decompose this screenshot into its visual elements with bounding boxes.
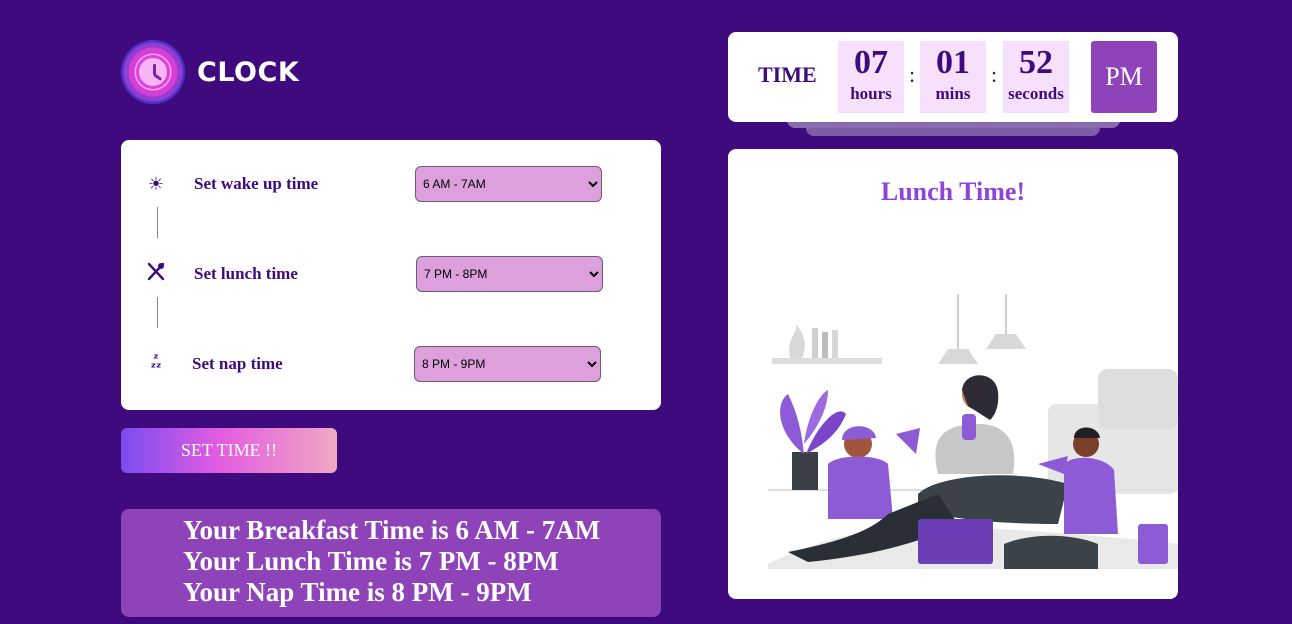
seconds-value: 52 xyxy=(1019,44,1053,81)
mins-value: 01 xyxy=(936,44,970,81)
hours-unit: hours xyxy=(850,84,892,103)
time-label: TIME xyxy=(758,62,817,87)
hours-box: 07 hours xyxy=(838,41,904,113)
mins-unit: mins xyxy=(935,84,971,103)
meal-title: Lunch Time! xyxy=(880,177,1026,206)
wake-up-select[interactable]: 6 AM - 7AM xyxy=(415,166,602,202)
sleep-icon: ᶻ ᶻᶻ xyxy=(150,352,162,376)
colon-separator: : xyxy=(991,62,998,87)
clock-logo-icon xyxy=(121,40,185,104)
lunch-select[interactable]: 7 PM - 8PM xyxy=(416,256,603,292)
nap-row: ᶻ ᶻᶻ Set nap time 8 PM - 9PM xyxy=(121,346,661,382)
utensils-icon xyxy=(145,262,167,287)
ampm-indicator: PM xyxy=(1091,41,1157,113)
connector-line xyxy=(157,207,158,238)
nap-label: Set nap time xyxy=(192,354,283,373)
wake-up-label: Set wake up time xyxy=(194,174,319,193)
nap-select[interactable]: 8 PM - 9PM xyxy=(414,346,601,382)
lunch-summary: Your Lunch Time is 7 PM - 8PM xyxy=(183,546,559,576)
nap-summary: Your Nap Time is 8 PM - 9PM xyxy=(183,577,532,607)
logo-text: CLOCK xyxy=(197,56,300,88)
mins-box: 01 mins xyxy=(920,41,986,113)
connector-line xyxy=(157,297,158,328)
clock-display: TIME 07 hours : 01 mins : 52 seconds PM xyxy=(728,32,1178,122)
hours-value: 07 xyxy=(854,44,888,81)
wake-up-row: ☀ Set wake up time 6 AM - 7AM xyxy=(121,166,661,202)
colon-separator: : xyxy=(909,62,916,87)
set-time-button[interactable]: SET TIME !! xyxy=(121,428,337,473)
breakfast-summary: Your Breakfast Time is 6 AM - 7AM xyxy=(183,515,601,545)
time-settings-card: ☀ Set wake up time 6 AM - 7AM Set lunch … xyxy=(121,140,661,410)
seconds-box: 52 seconds xyxy=(1003,41,1069,113)
schedule-summary: Your Breakfast Time is 6 AM - 7AM Your L… xyxy=(121,509,661,617)
lunch-row: Set lunch time 7 PM - 8PM xyxy=(121,256,661,292)
lunch-label: Set lunch time xyxy=(194,264,298,283)
seconds-unit: seconds xyxy=(1008,84,1064,103)
lunch-illustration xyxy=(768,294,1178,569)
sun-icon: ☀ xyxy=(147,173,165,195)
app-logo: CLOCK xyxy=(121,40,299,104)
illustration-card: Lunch Time! xyxy=(728,149,1178,599)
